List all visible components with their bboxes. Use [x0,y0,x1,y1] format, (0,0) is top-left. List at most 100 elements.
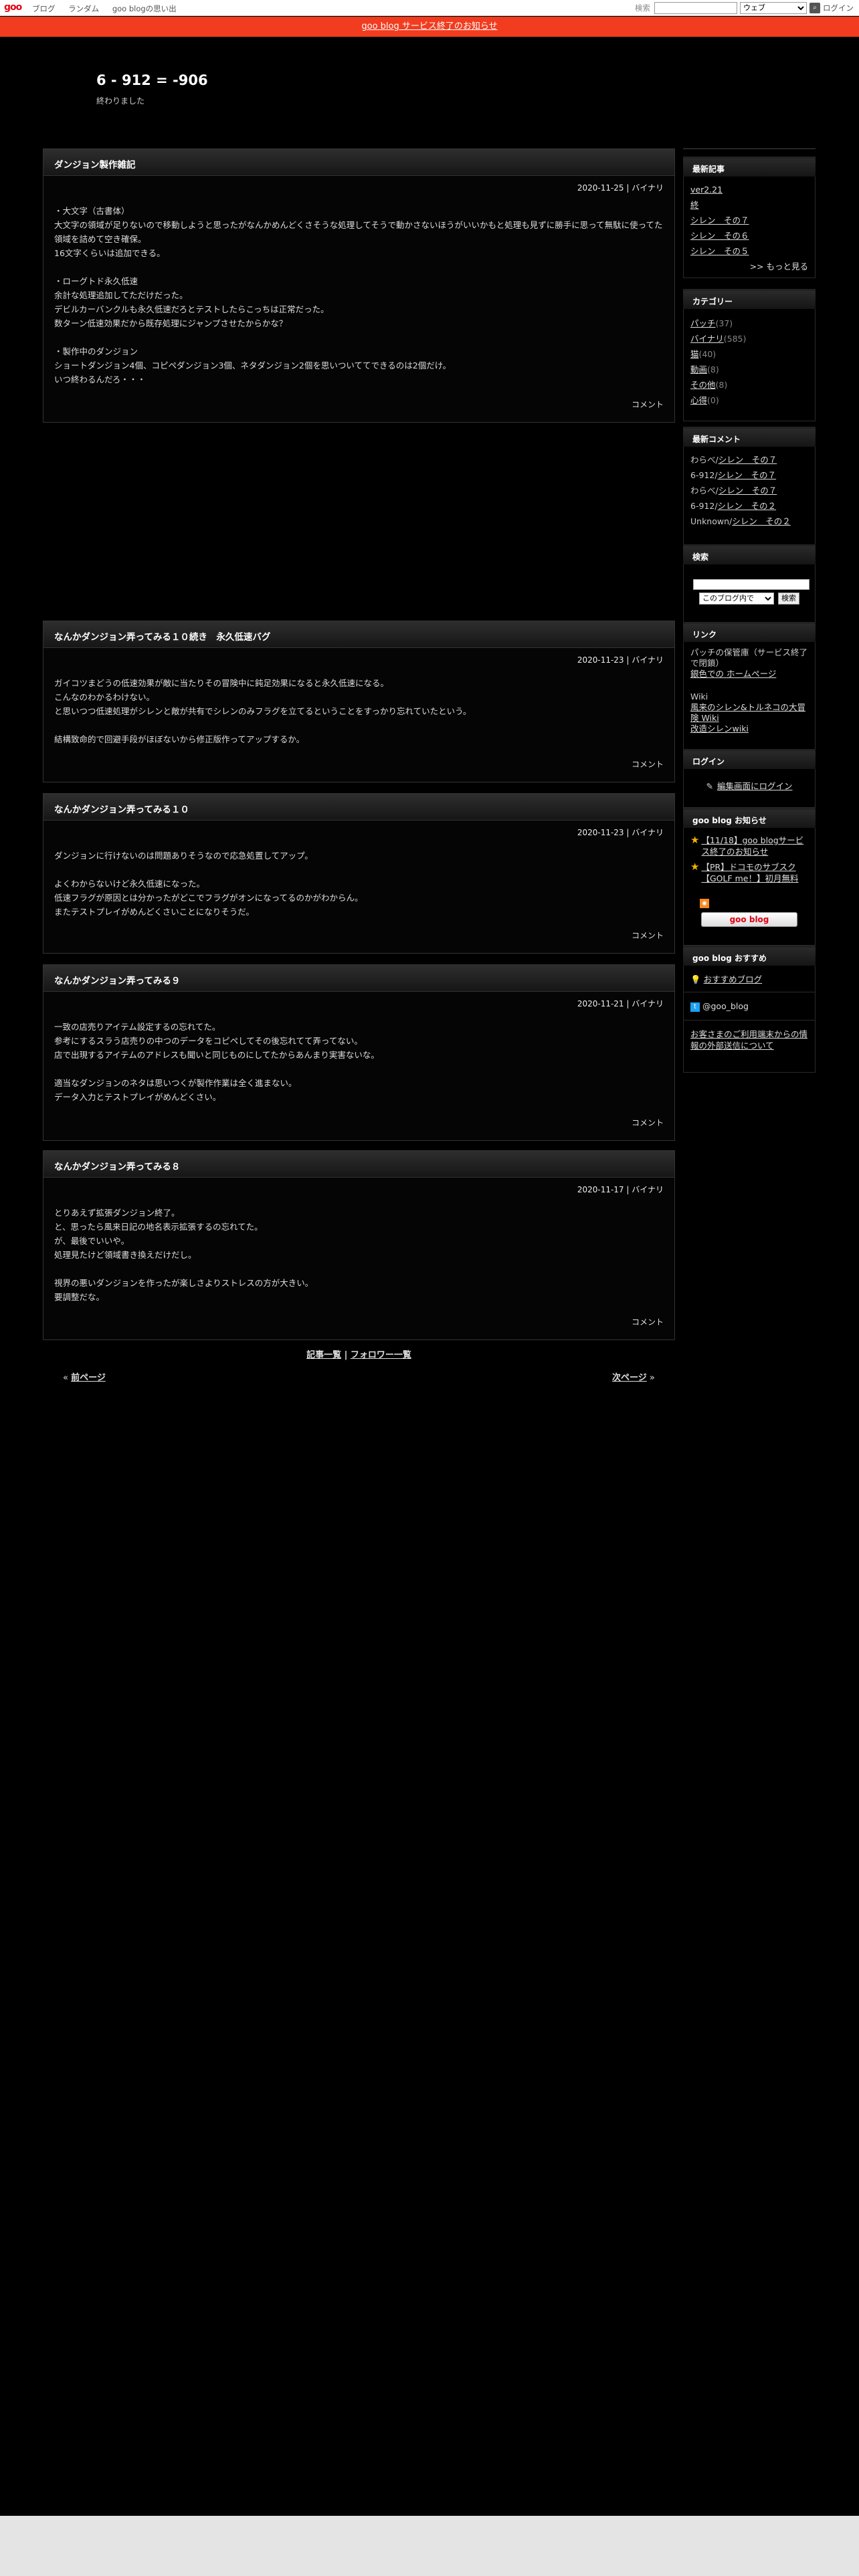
next-page-link[interactable]: 次ページ [612,1373,647,1383]
comment-post-link[interactable]: シレン その２ [732,516,791,526]
recent-post-link[interactable]: シレン その６ [690,231,749,241]
comment-link[interactable]: コメント [632,758,664,770]
post-footer-links: 記事一覧 | フォロワー一覧 [0,1348,718,1360]
post-body: ガイコツまどうの低速効果が敵に当たりその冒険中に鈍足効果になると永久低速になる。… [54,678,472,744]
goo-search: 検索 ウェブ ⌕ ログイン [635,2,854,14]
goo-news-box: goo blog お知らせ ★ 【11/18】goo blogサービス終了のお知ら… [683,808,816,946]
post-entry: なんかダンジョン弄ってみる１０ 2020-11-23 | バイナリ ダンジョンに… [43,793,675,954]
news-link[interactable]: 【11/18】goo blogサービス終了のお知らせ [701,835,808,857]
goo-news-title: goo blog お知らせ [683,808,816,828]
category-link[interactable]: パッチ [690,318,716,328]
nav-blog[interactable]: ブログ [32,4,56,13]
goo-logo[interactable]: goo [4,2,22,13]
star-icon: ★ [690,834,700,846]
nav-memories[interactable]: goo blogの思い出 [112,4,177,13]
star-icon: ★ [690,861,700,873]
twitter-icon: t [690,1002,700,1012]
recent-posts-box: 最新記事 ver2.21 終 シレン その７ シレン その６ シレン その５ >… [683,156,816,278]
search-scope-select[interactable]: ウェブ [740,2,807,14]
post-meta: 2020-11-23 | バイナリ [577,655,664,665]
post-entry: なんかダンジョン弄ってみる８ 2020-11-17 | バイナリ とりあえず拡張… [43,1150,675,1340]
prev-arrow: « [63,1373,68,1383]
post-meta: 2020-11-23 | バイナリ [577,828,664,837]
blog-search-scope[interactable]: このブログ内で [699,593,774,605]
blog-description: 終わりました [96,96,145,106]
comment-link[interactable]: コメント [632,930,664,941]
follower-list-link[interactable]: フォロワー一覧 [351,1350,411,1360]
goo-toolbar: goo ブログ ランダム goo blogの思い出 検索 ウェブ ⌕ ログイン [0,0,859,16]
recent-post-link[interactable]: 終 [690,200,699,210]
login-title: ログイン [683,749,816,769]
category-link[interactable]: 猫 [690,349,699,359]
shiren-wiki-link[interactable]: 風来のシレン&トルネコの大冒険 Wiki [690,702,805,723]
search-icon[interactable]: ⌕ [809,3,820,13]
blog-title[interactable]: 6 - 912 = -906 [96,72,208,88]
post-title[interactable]: なんかダンジョン弄ってみる１０続き 永久低速バグ [43,621,674,648]
goo-blog-badge[interactable]: goo blog [701,912,797,927]
search-label: 検索 [635,3,650,13]
privacy-link[interactable]: お客さまのご利用端末からの情報の外部送信について [690,1029,807,1051]
category-link[interactable]: その他 [690,380,716,390]
comment-post-link[interactable]: シレン その７ [718,470,777,480]
post-title[interactable]: なんかダンジョン弄ってみる９ [43,965,674,992]
edit-login-link[interactable]: 編集画面にログイン [717,781,793,791]
goo-badge-text: goo blog [729,915,769,924]
mod-shiren-wiki-link[interactable]: 改造シレンwiki [690,724,749,734]
sidebar-top-rule [683,148,816,149]
comment-link[interactable]: コメント [632,399,664,410]
blog-search-box: 検索 このブログ内で 検索 [683,544,816,629]
category-link[interactable]: バイナリ [690,334,724,344]
comment-post-link[interactable]: シレン その７ [719,455,777,465]
post-body: とりあえず拡張ダンジョン終了。 と、思ったら風来日記の地名表示拡張するの忘れてた… [54,1208,314,1302]
category-link[interactable]: 動画 [690,364,707,374]
links-box: リンク パッチの保管庫（サービス終了で閉鎖） 銀色での ホームページ Wiki … [683,622,816,769]
post-meta: 2020-11-17 | バイナリ [577,1185,664,1194]
more-recent-link[interactable]: >> もっと見る [750,261,808,272]
category-box: カテゴリー パッチ(37) バイナリ(585) 猫(40) 動画(8) その他(… [683,289,816,421]
login-box: ログイン ✎ 編集画面にログイン [683,749,816,808]
wiki-label: Wiki [690,691,708,702]
category-title: カテゴリー [683,289,816,309]
recent-posts-title: 最新記事 [683,156,816,177]
recent-post-link[interactable]: シレン その５ [690,246,749,256]
nav-random[interactable]: ランダム [68,4,99,13]
blog-search-button[interactable]: 検索 [778,593,799,605]
post-body: 一致の店売りアイテム設定するの忘れてた。 参考にするスラう店売りの中つのデータを… [54,1022,379,1102]
recent-post-link[interactable]: ver2.21 [690,185,723,195]
notice-link[interactable]: goo blog サービス終了のお知らせ [361,21,497,31]
pencil-icon: ✎ [706,781,713,791]
news-link[interactable]: 【PR】ドコモのサブスク【GOLF me！】初月無料 [701,861,808,884]
service-end-notice: goo blog サービス終了のお知らせ [0,17,859,37]
post-meta: 2020-11-25 | バイナリ [577,183,664,193]
lightbulb-icon: 💡 [690,974,701,984]
article-list-link[interactable]: 記事一覧 [306,1350,341,1360]
goo-recommend-title: goo blog おすすめ [683,946,816,966]
rss-icon[interactable]: ◉ [700,899,709,908]
recent-post-link[interactable]: シレン その７ [690,215,749,225]
goo-recommend-box: goo blog おすすめ 💡 おすすめブログ t @goo_blog お客さまのご… [683,946,816,1073]
post-entry: なんかダンジョン弄ってみる１０続き 永久低速バグ 2020-11-23 | バイ… [43,621,675,782]
search-input[interactable] [654,2,737,14]
twitter-link[interactable]: @goo_blog [702,1001,749,1011]
blog-search-input[interactable] [693,579,809,590]
post-title[interactable]: ダンジョン製作雑記 [43,149,674,176]
comment-post-link[interactable]: シレン その７ [719,486,777,496]
pager-prev[interactable]: « 前ページ [63,1370,106,1383]
login-link[interactable]: ログイン [823,3,854,13]
homepage-link[interactable]: 銀色での ホームページ [690,669,776,679]
comment-post-link[interactable]: シレン その２ [718,501,777,511]
post-title[interactable]: なんかダンジョン弄ってみる１０ [43,794,674,821]
recent-comments-title: 最新コメント [683,427,816,447]
pager-next[interactable]: 次ページ » [612,1370,655,1383]
comment-link[interactable]: コメント [632,1117,664,1128]
links-title: リンク [683,622,816,642]
comment-link[interactable]: コメント [632,1316,664,1327]
category-link[interactable]: 心得 [690,395,707,405]
post-meta: 2020-11-21 | バイナリ [577,999,664,1008]
post-body: ダンジョンに行けないのは問題ありそうなので応急処置してアップ。 よくわからないけ… [54,851,363,917]
recommend-link[interactable]: おすすめブログ [704,974,763,984]
post-title[interactable]: なんかダンジョン弄ってみる８ [43,1151,674,1178]
post-entry: なんかダンジョン弄ってみる９ 2020-11-21 | バイナリ 一致の店売りア… [43,964,675,1141]
prev-page-link[interactable]: 前ページ [71,1373,106,1383]
post-entry: ダンジョン製作雑記 2020-11-25 | バイナリ ・大文字（古書体） 大文… [43,148,675,423]
